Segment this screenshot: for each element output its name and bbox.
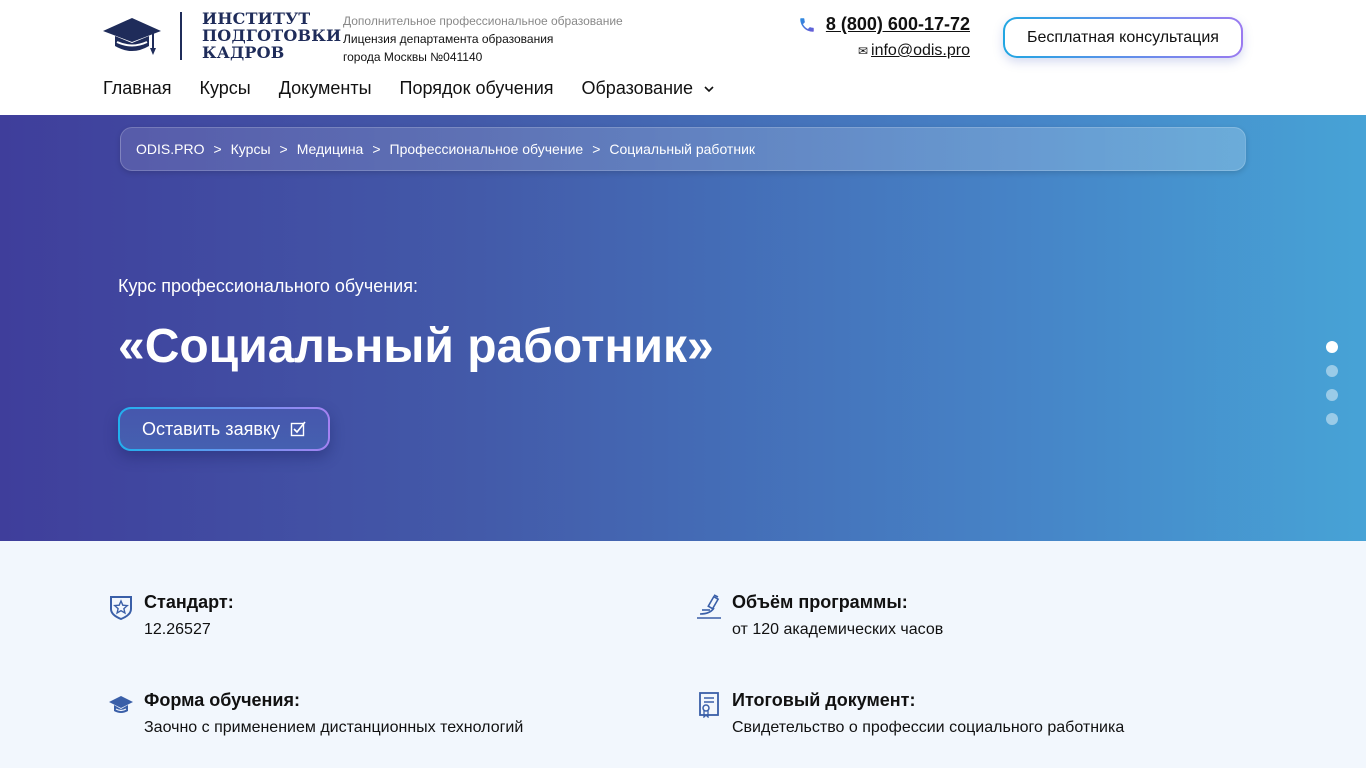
nav-item-home[interactable]: Главная (103, 78, 172, 99)
breadcrumb-item[interactable]: Курсы (231, 141, 271, 157)
graduation-cap-logo-icon (103, 18, 161, 55)
info-value: Заочно с применением дистанционных техно… (144, 719, 524, 736)
logo-text: ИНСТИТУТ ПОДГОТОВКИ КАДРОВ (202, 9, 342, 62)
email-link[interactable]: ✉ info@odis.pro (858, 42, 970, 60)
phone-link[interactable]: 8 (800) 600-17-72 (826, 14, 970, 35)
breadcrumb: ODIS.PRO > Курсы > Медицина > Профессион… (120, 127, 1246, 171)
info-value: 12.26527 (144, 621, 211, 638)
info-value: от 120 академических часов (732, 621, 944, 638)
breadcrumb-item[interactable]: ODIS.PRO (136, 141, 204, 157)
license-info: Дополнительное профессиональное образова… (343, 12, 623, 66)
certificate-icon (699, 692, 719, 718)
microscope-icon (697, 594, 721, 619)
info-label: Стандарт: (144, 592, 234, 612)
breadcrumb-separator: > (213, 141, 222, 157)
breadcrumb-separator: > (279, 141, 288, 157)
slider-dot[interactable] (1326, 413, 1338, 425)
course-info-section: Стандарт: 12.26527 Объём программы: от 1… (0, 541, 1366, 768)
info-label: Форма обучения: (144, 690, 300, 710)
nav-item-education[interactable]: Образование (582, 78, 716, 99)
breadcrumb-current: Социальный работник (609, 141, 756, 157)
license-line: Дополнительное профессиональное образова… (343, 14, 623, 28)
shield-star-icon (110, 596, 132, 620)
email-address: info@odis.pro (871, 42, 970, 59)
logo-divider (180, 12, 182, 60)
info-label: Объём программы: (732, 592, 908, 612)
graduation-cap-icon (109, 696, 133, 713)
license-line: города Москвы №041140 (343, 50, 483, 64)
nav-item-documents[interactable]: Документы (279, 78, 372, 99)
main-nav: Главная Курсы Документы Порядок обучения… (103, 78, 743, 99)
phone-icon (800, 18, 814, 32)
slider-dot[interactable] (1326, 389, 1338, 401)
hero-section: ODIS.PRO > Курсы > Медицина > Профессион… (0, 115, 1366, 541)
info-label: Итоговый документ: (732, 690, 916, 710)
slider-dot[interactable] (1326, 341, 1338, 353)
slider-dot[interactable] (1326, 365, 1338, 377)
checkbox-checked-icon (290, 421, 306, 437)
info-value: Свидетельство о профессии социального ра… (732, 719, 1125, 736)
free-consultation-button[interactable]: Бесплатная консультация (1003, 17, 1243, 58)
page-title: «Социальный работник» (118, 320, 714, 373)
license-line: Лицензия департамента образования (343, 32, 554, 46)
breadcrumb-item[interactable]: Медицина (297, 141, 364, 157)
nav-item-label: Образование (581, 78, 694, 98)
apply-button-label: Оставить заявку (142, 418, 280, 439)
site-header: ИНСТИТУТ ПОДГОТОВКИ КАДРОВ Дополнительно… (0, 0, 1366, 115)
envelope-icon: ✉ (857, 44, 869, 58)
nav-item-courses[interactable]: Курсы (200, 78, 251, 99)
apply-button[interactable]: Оставить заявку (118, 407, 330, 451)
breadcrumb-item[interactable]: Профессиональное обучение (390, 141, 584, 157)
slider-pagination (1326, 341, 1338, 437)
logo[interactable]: ИНСТИТУТ ПОДГОТОВКИ КАДРОВ (103, 10, 341, 62)
nav-item-study-order[interactable]: Порядок обучения (400, 78, 554, 99)
breadcrumb-separator: > (592, 141, 601, 157)
course-type-label: Курс профессионального обучения: (118, 276, 418, 296)
breadcrumb-separator: > (372, 141, 381, 157)
chevron-down-icon (704, 85, 714, 92)
